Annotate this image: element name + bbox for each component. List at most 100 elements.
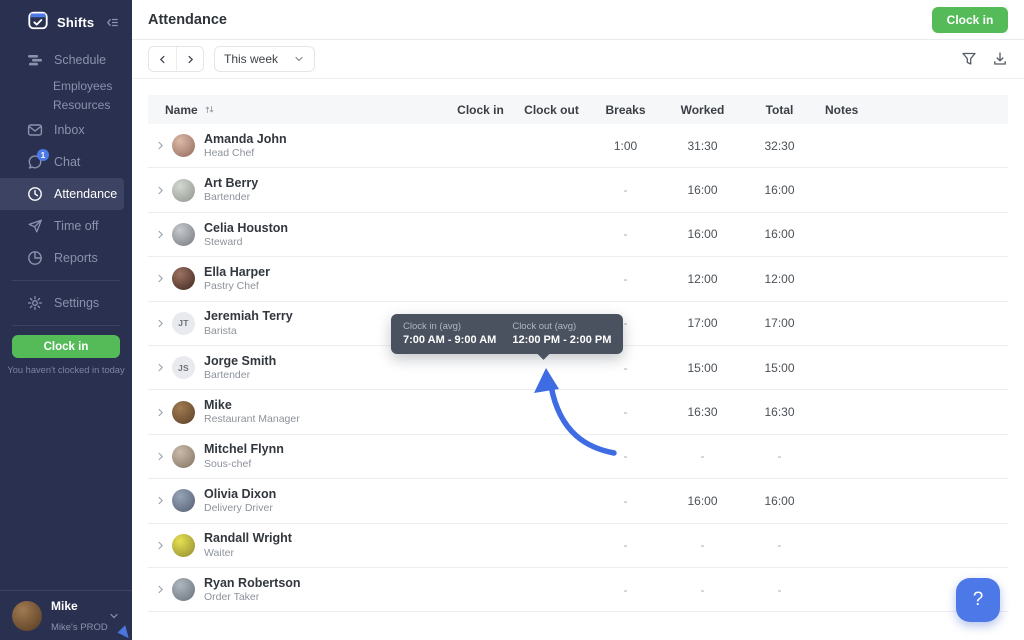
employee-name: Amanda John xyxy=(204,131,287,147)
expand-row-chevron-icon[interactable] xyxy=(148,363,172,372)
sort-icon[interactable] xyxy=(204,104,215,115)
expand-row-chevron-icon[interactable] xyxy=(148,452,172,461)
employee-name: Celia Houston xyxy=(204,220,288,236)
decoration-wedge-icon xyxy=(117,624,131,640)
sidebar-item-employees[interactable]: Employees xyxy=(0,76,132,95)
employee-role: Steward xyxy=(204,236,288,250)
sidebar-item-reports[interactable]: Reports xyxy=(0,242,132,274)
table-row[interactable]: Mike Restaurant Manager - 16:30 16:30 xyxy=(148,390,1008,434)
column-header-clock-out[interactable]: Clock out xyxy=(516,103,587,117)
expand-row-chevron-icon[interactable] xyxy=(148,230,172,239)
expand-row-chevron-icon[interactable] xyxy=(148,274,172,283)
worked-value: 12:00 xyxy=(664,272,741,286)
tooltip-clock-in-column: Clock in (avg) 7:00 AM - 9:00 AM xyxy=(403,321,496,346)
column-header-name[interactable]: Name xyxy=(148,103,445,117)
expand-row-chevron-icon[interactable] xyxy=(148,541,172,550)
column-header-breaks[interactable]: Breaks xyxy=(587,103,664,117)
worked-value: 31:30 xyxy=(664,139,741,153)
table-row[interactable]: Ryan Robertson Order Taker - - - xyxy=(148,568,1008,612)
employee-name: Ryan Robertson xyxy=(204,575,301,591)
sidebar-item-attendance[interactable]: Attendance xyxy=(0,178,124,210)
table-row[interactable]: Celia Houston Steward - 16:00 16:00 xyxy=(148,213,1008,257)
expand-row-chevron-icon[interactable] xyxy=(148,319,172,328)
clock-in-button[interactable]: Clock in xyxy=(932,7,1008,33)
employee-name: Jeremiah Terry xyxy=(204,308,293,324)
worked-value: - xyxy=(664,538,741,552)
employee-role: Barista xyxy=(204,325,293,339)
shifts-logo-icon xyxy=(27,9,49,36)
employee-role: Bartender xyxy=(204,191,258,205)
app-title: Shifts xyxy=(57,15,94,30)
table-row[interactable]: Mitchel Flynn Sous-chef - - - xyxy=(148,435,1008,479)
schedule-icon xyxy=(27,52,43,68)
employee-avatar xyxy=(172,578,195,601)
table-row[interactable]: Amanda John Head Chef 1:00 31:30 32:30 xyxy=(148,124,1008,168)
sidebar-clock-in-button[interactable]: Clock in xyxy=(12,335,120,358)
total-value: 16:30 xyxy=(741,405,818,419)
column-header-notes[interactable]: Notes xyxy=(818,103,1008,117)
worked-value: - xyxy=(664,449,741,463)
column-header-total[interactable]: Total xyxy=(741,103,818,117)
tooltip-clock-out-label: Clock out (avg) xyxy=(512,321,611,332)
tooltip-clock-out-value: 12:00 PM - 2:00 PM xyxy=(512,334,611,346)
chevron-down-icon xyxy=(293,53,305,65)
employee-avatar xyxy=(172,267,195,290)
sidebar-item-chat[interactable]: 1 Chat xyxy=(0,146,132,178)
table-row[interactable]: Olivia Dixon Delivery Driver - 16:00 16:… xyxy=(148,479,1008,523)
avg-times-tooltip: Clock in (avg) 7:00 AM - 9:00 AM Clock o… xyxy=(391,314,623,354)
breaks-value: - xyxy=(587,538,664,552)
expand-row-chevron-icon[interactable] xyxy=(148,496,172,505)
download-icon[interactable] xyxy=(992,51,1008,67)
employee-avatar xyxy=(172,401,195,424)
table-row[interactable]: Ella Harper Pastry Chef - 12:00 12:00 xyxy=(148,257,1008,301)
sidebar-item-inbox[interactable]: Inbox xyxy=(0,114,132,146)
employee-avatar: JT xyxy=(172,312,195,335)
worked-value: 16:00 xyxy=(664,227,741,241)
sidebar-item-label: Chat xyxy=(54,155,80,169)
sidebar-item-settings[interactable]: Settings xyxy=(0,287,132,319)
employee-name: Randall Wright xyxy=(204,530,292,546)
employee-avatar xyxy=(172,134,195,157)
expand-row-chevron-icon[interactable] xyxy=(148,408,172,417)
chevron-down-icon xyxy=(108,610,120,622)
employee-avatar xyxy=(172,223,195,246)
table-row[interactable]: Randall Wright Waiter - - - xyxy=(148,524,1008,568)
expand-row-chevron-icon[interactable] xyxy=(148,186,172,195)
column-header-worked[interactable]: Worked xyxy=(664,103,741,117)
employee-name: Olivia Dixon xyxy=(204,486,276,502)
inbox-icon xyxy=(27,122,43,138)
page-header: Attendance Clock in xyxy=(132,0,1024,40)
help-button[interactable]: ? xyxy=(956,578,1000,622)
expand-row-chevron-icon[interactable] xyxy=(148,585,172,594)
total-value: - xyxy=(741,449,818,463)
total-value: 17:00 xyxy=(741,316,818,330)
previous-period-button[interactable] xyxy=(149,47,176,71)
tooltip-clock-in-label: Clock in (avg) xyxy=(403,321,496,332)
collapse-sidebar-icon[interactable] xyxy=(105,15,120,30)
breaks-value: - xyxy=(587,227,664,241)
column-header-clock-in[interactable]: Clock in xyxy=(445,103,516,117)
user-account-menu[interactable]: Mike Mike's PROD xyxy=(0,590,132,640)
employee-role: Waiter xyxy=(204,547,292,561)
divider xyxy=(12,325,120,326)
expand-row-chevron-icon[interactable] xyxy=(148,141,172,150)
sidebar-item-schedule[interactable]: Schedule xyxy=(0,44,132,76)
divider xyxy=(12,280,120,281)
sidebar-item-label: Attendance xyxy=(54,187,117,201)
sidebar-item-timeoff[interactable]: Time off xyxy=(0,210,132,242)
period-select[interactable]: This week xyxy=(214,46,315,72)
user-avatar xyxy=(12,601,42,631)
page-title: Attendance xyxy=(148,12,227,28)
employee-name: Art Berry xyxy=(204,175,258,191)
chat-badge: 1 xyxy=(37,149,49,161)
sidebar-item-resources[interactable]: Resources xyxy=(0,95,132,114)
sidebar-item-label: Reports xyxy=(54,251,98,265)
employee-avatar xyxy=(172,534,195,557)
filter-icon[interactable] xyxy=(961,51,977,67)
user-org: Mike's PROD xyxy=(51,622,108,633)
table-row[interactable]: Art Berry Bartender - 16:00 16:00 xyxy=(148,168,1008,212)
employee-avatar xyxy=(172,179,195,202)
next-period-button[interactable] xyxy=(176,47,203,71)
breaks-value: - xyxy=(587,449,664,463)
breaks-value: - xyxy=(587,361,664,375)
